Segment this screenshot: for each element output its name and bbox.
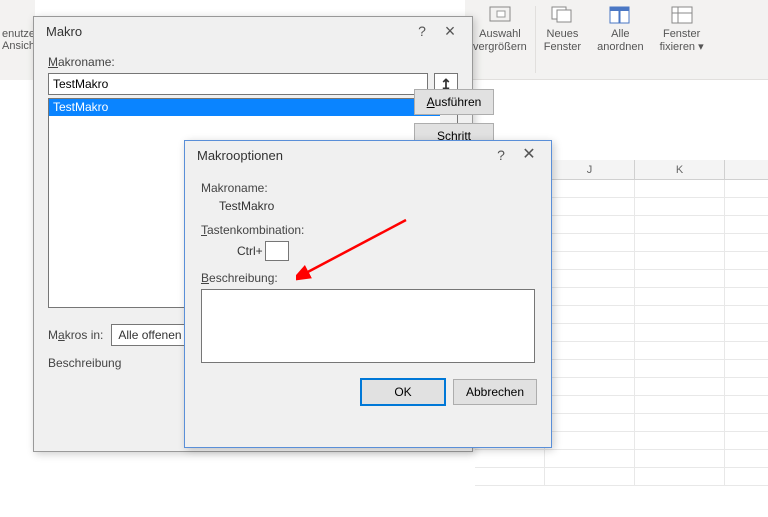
col-header-k[interactable]: K	[635, 160, 725, 179]
shortcut-key-input[interactable]	[265, 241, 289, 261]
ribbon-partial-left: enutze Ansich	[0, 0, 35, 80]
help-icon[interactable]: ?	[487, 141, 515, 169]
opt-titlebar[interactable]: Makrooptionen ? ✕	[185, 141, 551, 169]
makro-dialog-title: Makro	[46, 24, 408, 39]
list-item[interactable]: TestMakro	[49, 99, 457, 116]
zoom-selection-icon	[486, 4, 514, 26]
opt-shortcut-label: Tastenkombination:	[201, 223, 535, 237]
help-icon[interactable]: ?	[408, 17, 436, 45]
close-icon[interactable]: ✕	[515, 141, 543, 169]
ribbon-new-window[interactable]: Neues Fenster	[536, 0, 589, 79]
opt-description-textarea[interactable]	[201, 289, 535, 363]
ribbon-label: Auswahl vergrößern	[473, 28, 527, 53]
makro-titlebar[interactable]: Makro ? ×	[34, 17, 472, 45]
opt-dialog-title: Makrooptionen	[197, 148, 487, 163]
opt-desc-label: Beschreibung:	[201, 271, 535, 285]
opt-makroname-label: Makroname:	[201, 181, 535, 195]
makroname-input[interactable]	[48, 73, 428, 95]
freeze-panes-icon	[668, 4, 696, 26]
ribbon-label: Neues Fenster	[544, 28, 581, 53]
ribbon-arrange-all[interactable]: Alle anordnen	[589, 0, 652, 79]
makroname-label: Makroname:	[48, 55, 458, 69]
shortcut-prefix: Ctrl+	[237, 244, 263, 258]
partial-text-2: Ansich	[2, 40, 35, 52]
ribbon-label: Fenster fixieren ▾	[660, 28, 704, 53]
close-icon[interactable]: ×	[436, 17, 464, 45]
cancel-button[interactable]: Abbrechen	[453, 379, 537, 405]
ribbon-zoom-selection[interactable]: Auswahl vergrößern	[465, 0, 535, 79]
run-button[interactable]: Ausführen	[414, 89, 494, 115]
new-window-icon	[548, 4, 576, 26]
ok-button[interactable]: OK	[361, 379, 445, 405]
ribbon-freeze-panes[interactable]: Fenster fixieren ▾	[652, 0, 712, 79]
arrange-all-icon	[606, 4, 634, 26]
ribbon-label: Alle anordnen	[597, 28, 644, 53]
col-header-j[interactable]: J	[545, 160, 635, 179]
makrooptionen-dialog: Makrooptionen ? ✕ Makroname: TestMakro T…	[184, 140, 552, 448]
opt-makroname-value: TestMakro	[219, 199, 535, 213]
partial-text-1: enutze	[2, 28, 35, 40]
makros-in-label: Makros in:	[48, 328, 103, 342]
ribbon-fragment: Auswahl vergrößern Neues Fenster Alle an…	[465, 0, 768, 80]
